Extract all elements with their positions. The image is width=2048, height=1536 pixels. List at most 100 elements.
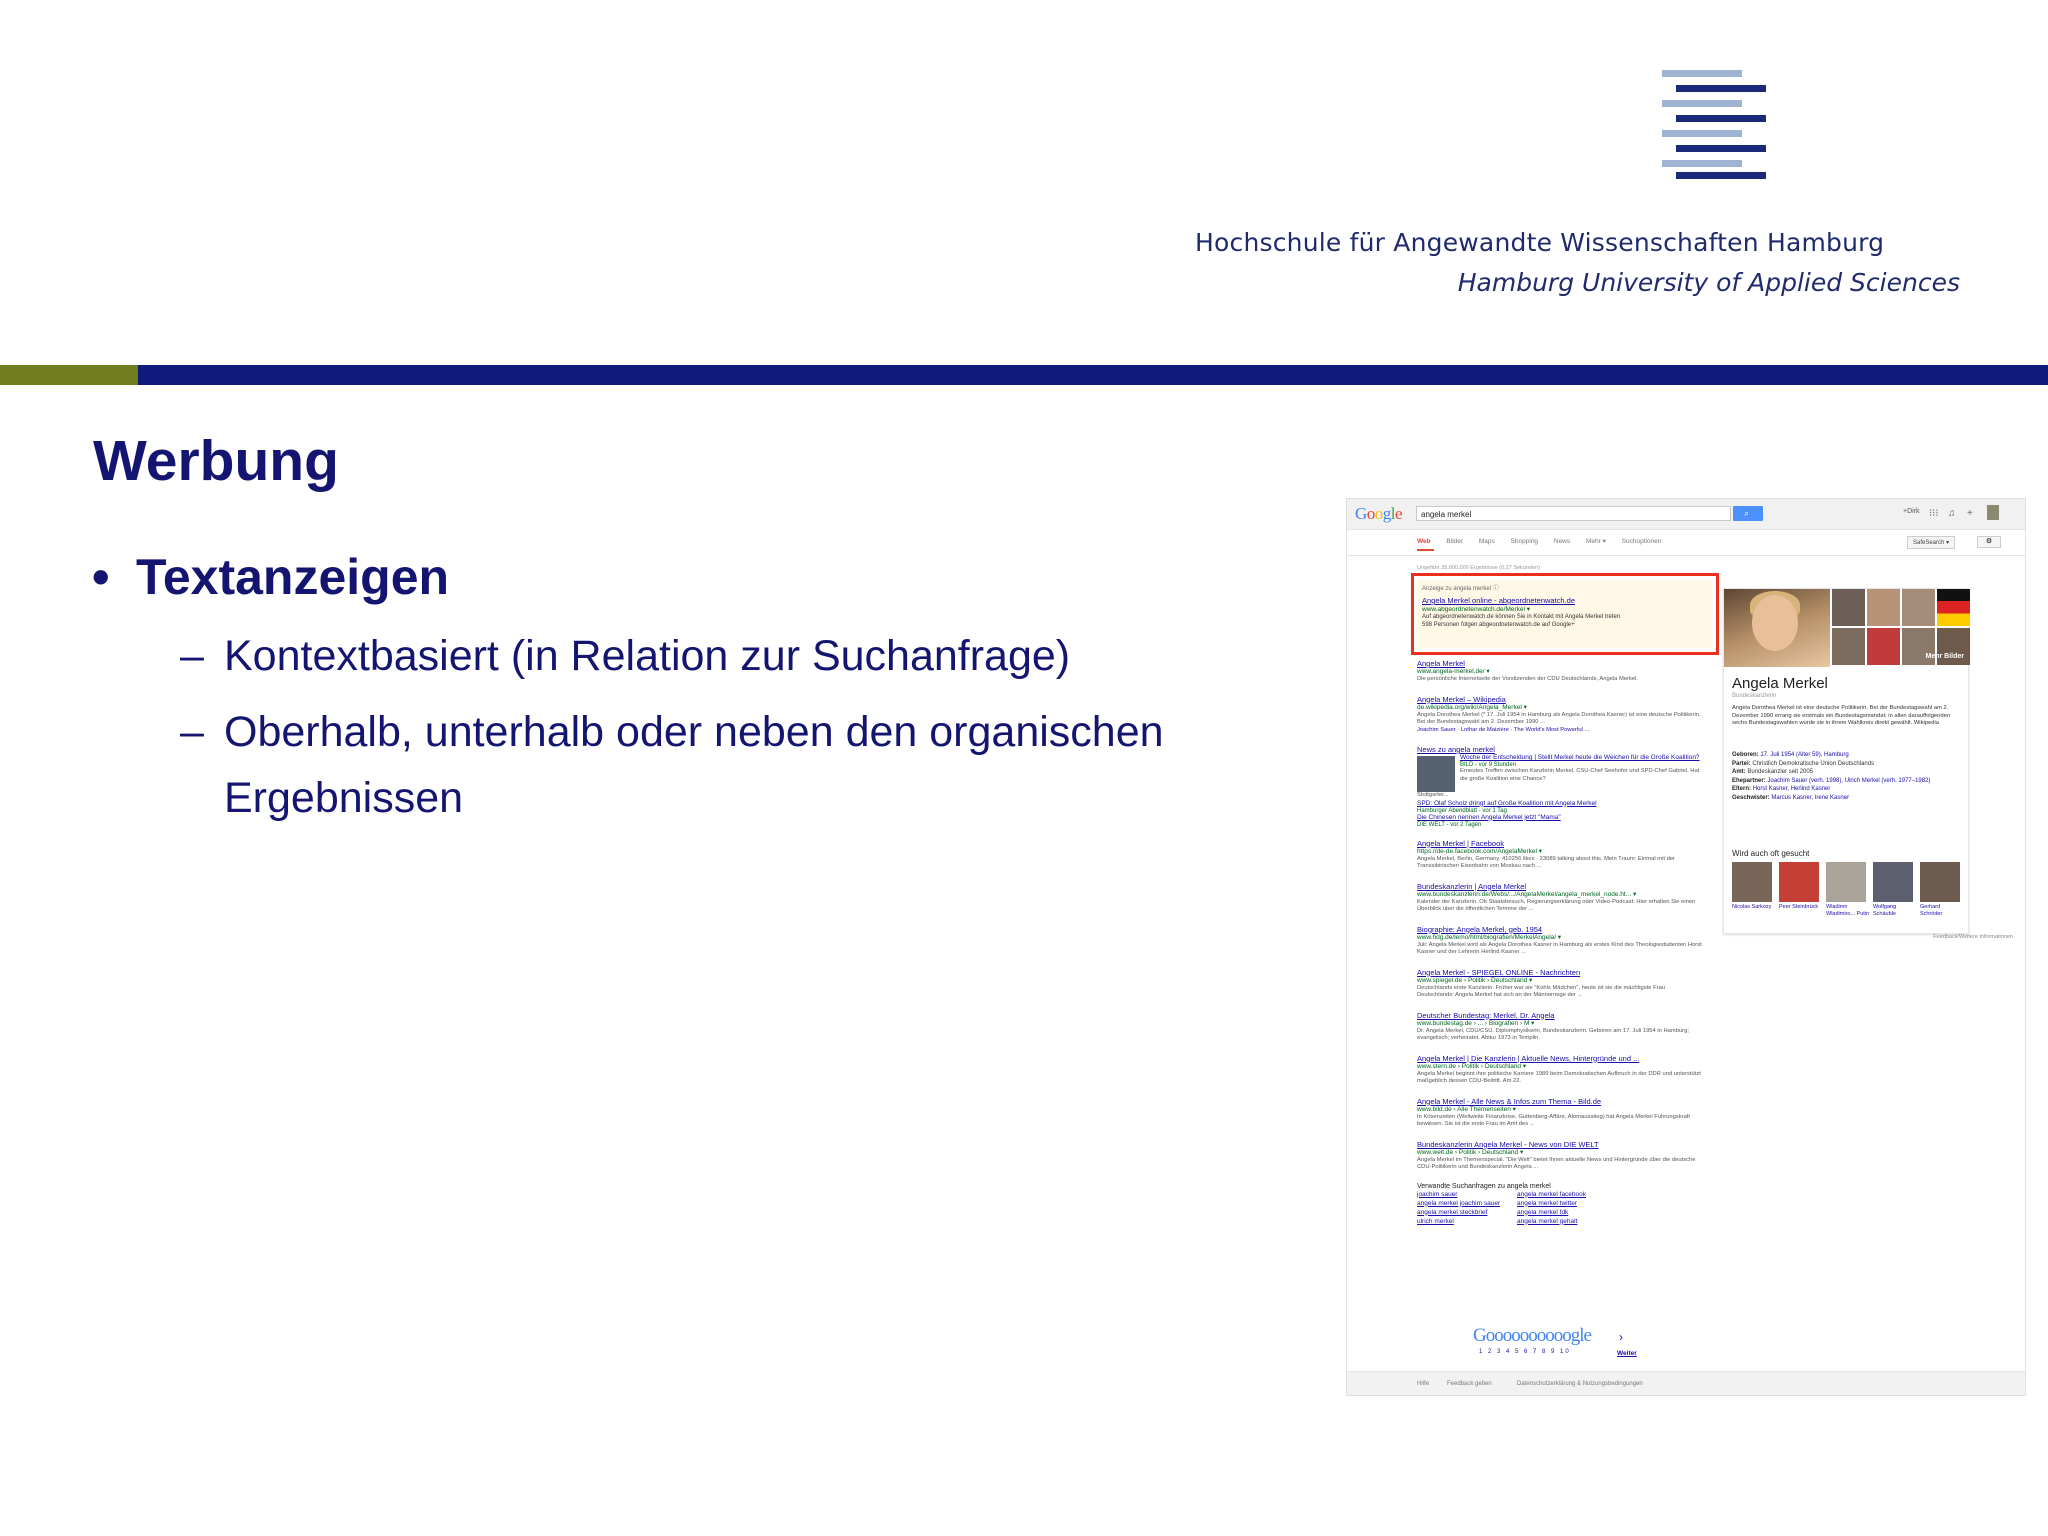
tab-mehr[interactable]: Mehr ▾ [1586, 538, 1606, 545]
result-stats: Ungefähr 35.800.000 Ergebnisse (0,27 Sek… [1417, 565, 1540, 571]
result-title-link[interactable]: Biographie: Angela Merkel, geb. 1954 [1417, 925, 1702, 934]
result-url: www.bild.de › Alle Themenseiten ▾ [1417, 1105, 1516, 1113]
more-images-link[interactable]: Mehr Bilder [1925, 653, 1964, 660]
related-searches: Verwandte Suchanfragen zu angela merkel … [1417, 1183, 1702, 1226]
fact-row: Ehepartner: Joachim Sauer (verh. 1998), … [1732, 777, 1931, 784]
result-title-link[interactable]: Angela Merkel [1417, 659, 1702, 668]
result-snippet: Angela Merkel im Themenspecial. "Die Wel… [1417, 1156, 1696, 1171]
footer-link-feedback[interactable]: Feedback geben [1447, 1381, 1492, 1387]
result-snippet: Die persönliche Internetseite der Vorsit… [1417, 676, 1639, 682]
search-result: Bundeskanzlerin Angela Merkel - News von… [1417, 1140, 1702, 1172]
related-link[interactable]: angela merkel twitter [1517, 1199, 1617, 1208]
header-bar-blue [138, 365, 2048, 385]
main-portrait-image[interactable] [1724, 589, 1830, 667]
text-ad-highlight: Anzeige zu angela merkel ⓘ Angela Merkel… [1411, 573, 1719, 655]
google-logo: Google [1355, 504, 1403, 523]
person-card[interactable]: Wolfgang Schäuble [1873, 862, 1917, 917]
fact-row: Partei: Christlich Demokratische Union D… [1732, 760, 1875, 767]
tab-shopping[interactable]: Shopping [1511, 538, 1538, 545]
result-title-link[interactable]: Bundeskanzlerin Angela Merkel - News von… [1417, 1140, 1702, 1149]
result-url: www.hdg.de/lemo/html/biografien/MerkelAn… [1417, 933, 1562, 941]
result-url: www.bundestag.de › ... › Biografien › M … [1417, 1019, 1535, 1027]
person-card[interactable]: Peer Steinbrück [1779, 862, 1823, 917]
university-logo [1662, 70, 1774, 179]
related-link[interactable]: joachim sauer [1417, 1190, 1517, 1199]
related-link[interactable]: angela merkel joachim sauer [1417, 1199, 1517, 1208]
result-snippet: Juli: Angela Merkel wird als Angela Doro… [1417, 941, 1702, 956]
person-card[interactable]: Gerhard Schröder [1920, 862, 1964, 917]
result-title-link[interactable]: Angela Merkel – Wikipedia [1417, 695, 1702, 704]
tab-bilder[interactable]: Bilder [1446, 538, 1463, 545]
tab-web[interactable]: Web [1417, 538, 1431, 545]
news-more-link[interactable]: SPD: Olaf Scholz dringt auf Große Koalit… [1417, 800, 1702, 808]
sub-bullet-2: – Oberhalb, unterhalb oder neben den orga… [180, 708, 1164, 757]
tab-suchoptionen[interactable]: Suchoptionen [1622, 538, 1662, 545]
sub-bullet-1-text: Kontextbasiert (in Relation zur Suchanfr… [224, 632, 1071, 680]
news-item-link[interactable]: Woche der Entscheidung | Stellt Merkel h… [1417, 754, 1702, 762]
related-link[interactable]: angela merkel steckbrief [1417, 1208, 1517, 1217]
avatar[interactable] [1987, 505, 1999, 520]
result-title-link[interactable]: Deutscher Bundestag: Merkel, Dr. Angela [1417, 1011, 1702, 1020]
share-plus-icon[interactable]: + [1967, 508, 1973, 519]
bullet-label: Textanzeigen [136, 549, 450, 605]
search-button[interactable]: ⌕ [1733, 506, 1763, 521]
bell-icon[interactable]: ♫ [1948, 508, 1956, 519]
panel-feedback-link[interactable]: Feedback/Weitere Informationen [1933, 934, 2013, 940]
search-icon: ⌕ [1744, 508, 1750, 518]
result-url: https://de-de.facebook.com/AngelaMerkel … [1417, 847, 1543, 855]
related-link[interactable]: angela merkel gehalt [1517, 1217, 1617, 1226]
related-link[interactable]: angela merkel fdk [1517, 1208, 1617, 1217]
plus-user-link[interactable]: +Dirk [1903, 508, 1920, 515]
header-bar-green [0, 365, 138, 385]
active-tab-indicator [1417, 549, 1434, 551]
panel-facts: Geboren: 17. Juli 1954 (Alter 59), Hambu… [1732, 751, 1960, 802]
related-link[interactable]: ulrich merkel [1417, 1217, 1517, 1226]
person-card[interactable]: Wladimir Wladimiro... Putin [1826, 862, 1870, 917]
organic-results: Angela Merkel www.angela-merkel.de/ ▾ Di… [1417, 659, 1702, 1226]
result-snippet: Angela Merkel beginnt ihre politische Ka… [1417, 1070, 1701, 1085]
result-snippet: Angela Dorothea Merkel (* 17. Juli 1954 … [1417, 711, 1701, 726]
apps-grid-icon[interactable]: ⁝⁝⁝ [1929, 508, 1939, 519]
result-url: de.wikipedia.org/wiki/Angela_Merkel ▾ [1417, 703, 1527, 711]
result-title-link[interactable]: Angela Merkel | Facebook [1417, 839, 1702, 848]
footer-link-help[interactable]: Hilfe [1417, 1381, 1429, 1387]
next-arrow-icon[interactable]: › [1619, 1330, 1623, 1344]
result-sitelinks[interactable]: Joachim Sauer · Lothar de Maizière · The… [1417, 727, 1702, 735]
ad-title-link[interactable]: Angela Merkel online - abgeordnetenwatch… [1422, 596, 1708, 605]
page-numbers[interactable]: 1 2 3 4 5 6 7 8 9 10 [1479, 1349, 1571, 1355]
ad-label: Anzeige zu angela merkel ⓘ [1422, 586, 1499, 592]
google-search-screenshot: Google angela merkel ⌕ +Dirk ⁝⁝⁝ ♫ + Web… [1346, 498, 2026, 1396]
sub-bullet-1: – Kontextbasiert (in Relation zur Suchanf… [180, 632, 1070, 681]
divider [1347, 555, 2025, 556]
search-result: Deutscher Bundestag: Merkel, Dr. Angela … [1417, 1011, 1702, 1043]
result-title-link[interactable]: Angela Merkel - Alle News & Infos zum Th… [1417, 1097, 1702, 1106]
search-input[interactable]: angela merkel [1416, 506, 1731, 521]
result-title-link[interactable]: Angela Merkel | Die Kanzlerin | Aktuelle… [1417, 1054, 1702, 1063]
fact-row: Amt: Bundeskanzler seit 2005 [1732, 769, 1814, 775]
person-card[interactable]: Nicolas Sarkozy [1732, 862, 1776, 917]
gear-icon[interactable]: ⚙ [1977, 536, 2001, 548]
search-result: Bundeskanzlerin | Angela Merkel www.bund… [1417, 882, 1702, 914]
ad-social-text: 598 Personen folgen abgeordnetenwatch.de… [1422, 622, 1575, 628]
gooogle-logo: Goooooooooogle [1473, 1325, 1592, 1346]
bullet-textanzeigen: • Textanzeigen [92, 548, 449, 606]
tab-maps[interactable]: Maps [1479, 538, 1495, 545]
search-result: Angela Merkel - SPIEGEL ONLINE - Nachric… [1417, 968, 1702, 1000]
next-page-link[interactable]: Weiter [1617, 1350, 1637, 1357]
result-title-link[interactable]: Bundeskanzlerin | Angela Merkel [1417, 882, 1702, 891]
result-title-link[interactable]: Angela Merkel - SPIEGEL ONLINE - Nachric… [1417, 968, 1702, 977]
people-also-search: Nicolas Sarkozy Peer Steinbrück Wladimir… [1732, 862, 1964, 917]
news-more-link[interactable]: Die Chinesen nennen Angela Merkel jetzt … [1417, 814, 1702, 822]
related-link[interactable]: angela merkel facebook [1517, 1190, 1617, 1199]
panel-description: Angela Dorothea Merkel ist eine deutsche… [1732, 705, 1951, 727]
news-title-link[interactable]: News zu angela merkel [1417, 745, 1702, 754]
result-snippet: Angela Merkel, Berlin, Germany. 410256 l… [1417, 855, 1675, 870]
fact-row: Geschwister: Marcus Kasner, Irene Kasner [1732, 794, 1850, 801]
search-result: Angela Merkel | Die Kanzlerin | Aktuelle… [1417, 1054, 1702, 1086]
result-url: www.stern.de › Politik › Deutschland ▾ [1417, 1062, 1527, 1070]
news-thumbnail[interactable] [1417, 756, 1455, 792]
news-block: News zu angela merkel Woche der Entschei… [1417, 745, 1702, 828]
tab-news[interactable]: News [1554, 538, 1570, 545]
footer-link-privacy[interactable]: Datenschutzerklärung & Nutzungsbedingung… [1517, 1381, 1643, 1387]
safesearch-button[interactable]: SafeSearch ▾ [1907, 536, 1956, 549]
